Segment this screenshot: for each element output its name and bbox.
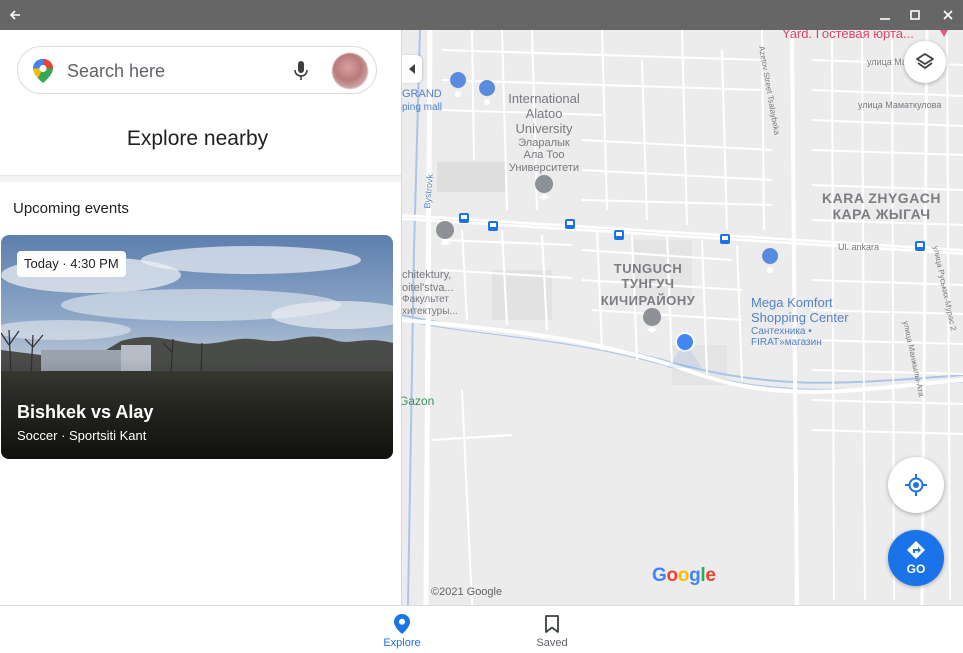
maps-pin-logo-icon	[33, 59, 53, 83]
google-logo: Google	[652, 565, 716, 587]
map-label-tunguch: TUNGUCH ТУНГУЧ КИЧИРАЙОНУ	[588, 261, 708, 309]
microphone-icon[interactable]	[294, 61, 308, 81]
map-label-ankara-street: Ul. ankara	[838, 242, 880, 252]
map-label-hotel[interactable]: Yard. Гостевая юрта...	[782, 30, 914, 42]
nav-tab-explore[interactable]: Explore	[367, 606, 437, 653]
side-panel: Search here Explore nearby Upcoming even…	[0, 30, 402, 605]
map-label-grand[interactable]: GRAND	[402, 88, 442, 101]
close-icon[interactable]	[933, 0, 963, 30]
event-subtitle: Soccer · Sportsiti Kant	[17, 428, 147, 443]
map-label-street: улица Ма	[867, 57, 907, 67]
bottom-navigation: Explore Saved	[0, 605, 963, 653]
nav-label-saved: Saved	[536, 637, 568, 649]
map-label-mega-line: Сантехника •	[751, 325, 812, 337]
map-view[interactable]: Yard. Гостевая юрта... GRAND ping mall I…	[402, 30, 963, 605]
layers-button[interactable]	[904, 41, 946, 83]
map-label-mega-line: Mega Komfort	[751, 295, 833, 310]
map-label-mall[interactable]: ping mall	[402, 102, 442, 114]
map-label-architecture-line: Факультет	[402, 294, 449, 306]
map-label-university-line: International	[508, 91, 580, 106]
district-label-line: ТУНГУЧ	[621, 275, 675, 291]
map-label-architecture-line: oitel'stva...	[402, 281, 454, 294]
google-logo-letter: G	[652, 565, 667, 586]
event-title: Bishkek vs Alay	[17, 402, 154, 422]
map-label-university-line: Ала Тоо	[523, 149, 565, 162]
map-label-mega-komfort[interactable]: Mega Komfort Shopping Center Сантехника …	[751, 295, 849, 349]
google-logo-letter: e	[705, 565, 716, 586]
map-label-mega-line: Shopping Center	[751, 309, 849, 325]
map-label-architecture-line: chitektury,	[402, 269, 452, 281]
district-label-line: TUNGUCH	[613, 261, 683, 276]
map-roads	[402, 30, 963, 605]
event-time-badge: Today · 4:30 PM	[17, 251, 126, 277]
district-label-line: КИЧИРАЙОНУ	[600, 292, 696, 308]
section-divider	[0, 175, 401, 182]
caret-left-icon	[409, 64, 415, 74]
district-label-line: KARA ZHYGACH	[822, 190, 942, 206]
location-pin-icon	[394, 614, 410, 634]
map-label-gazon[interactable]: Gazon	[402, 394, 434, 409]
map-label-mamatkulova-street: улица Маматкулова	[858, 100, 942, 110]
explore-nearby-heading: Explore nearby	[126, 127, 269, 150]
map-label-university[interactable]: International Alatoo University Эларалык…	[502, 91, 586, 175]
map-label-architecture-line: хитектуры...	[402, 305, 458, 317]
google-logo-letter: o	[677, 565, 690, 586]
map-label-architecture[interactable]: chitektury, oitel'stva... Факультет хите…	[402, 269, 458, 317]
map-label-university-line: Университети	[508, 162, 580, 175]
maximize-icon[interactable]	[900, 0, 930, 30]
google-logo-letter: o	[666, 565, 678, 586]
my-location-button[interactable]	[888, 457, 944, 513]
window-titlebar	[0, 0, 963, 30]
map-label-university-line: University	[515, 120, 573, 136]
district-label-line: КАРА ЖЫГАЧ	[832, 206, 931, 223]
nav-label-explore: Explore	[383, 637, 421, 649]
directions-icon	[907, 541, 925, 559]
event-card[interactable]: Today · 4:30 PM Bishkek vs Alay Soccer ·…	[1, 235, 393, 459]
bookmark-icon	[545, 615, 559, 633]
back-arrow-icon[interactable]	[0, 0, 30, 30]
collapse-panel-button[interactable]	[402, 55, 422, 83]
upcoming-events-heading: Upcoming events	[13, 200, 129, 217]
go-directions-button[interactable]: GO	[888, 530, 944, 586]
search-input[interactable]: Search here	[67, 61, 165, 82]
layers-icon	[916, 53, 934, 69]
minimize-icon[interactable]	[870, 0, 900, 30]
map-label-mega-line: FIRAT»магазин	[751, 337, 822, 349]
map-label-university-line: Alatoo	[525, 105, 563, 121]
map-label-kara-zhygach: KARA ZHYGACH КАРА ЖЫГАЧ	[822, 190, 941, 222]
account-avatar[interactable]	[332, 53, 368, 89]
crosshair-icon	[905, 474, 927, 496]
map-label-university-line: Эларалык	[518, 136, 570, 149]
nav-tab-saved[interactable]: Saved	[517, 606, 587, 653]
search-box[interactable]: Search here	[17, 46, 377, 94]
go-label: GO	[906, 562, 926, 576]
google-logo-letter: g	[689, 565, 701, 586]
map-copyright: ©2021 Google	[431, 586, 503, 598]
